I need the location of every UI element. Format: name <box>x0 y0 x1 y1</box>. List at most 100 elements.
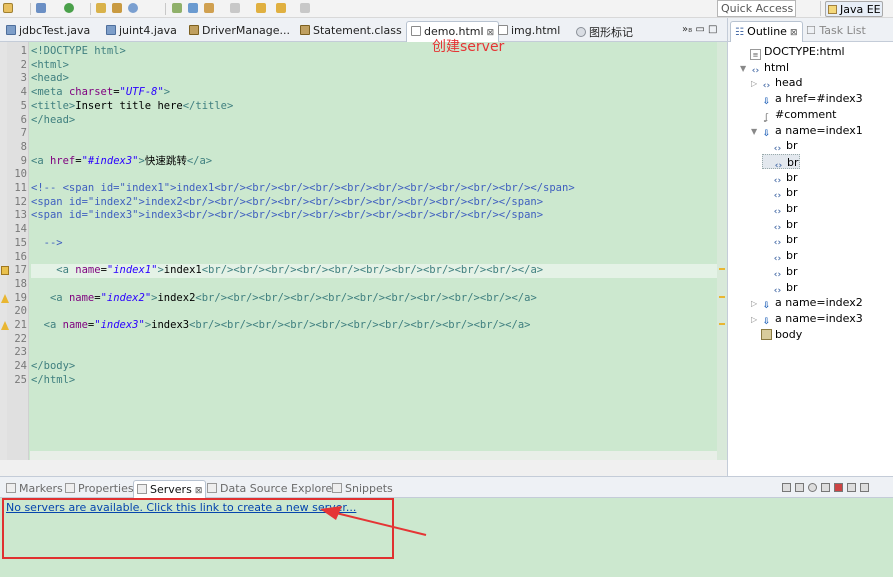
code-line[interactable]: --> <box>31 237 721 251</box>
task-icon[interactable] <box>230 3 240 13</box>
tab-statement[interactable]: Statement.class <box>296 21 406 42</box>
server-icon[interactable] <box>188 3 198 13</box>
open-folder-icon[interactable] <box>96 3 106 13</box>
quick-access-input[interactable]: Quick Access <box>717 0 796 17</box>
code-line[interactable] <box>31 141 721 155</box>
warning-marker[interactable] <box>719 268 725 270</box>
expand-toggle-icon[interactable]: ▷ <box>751 312 761 327</box>
code-line[interactable]: </head> <box>31 114 721 128</box>
code-line[interactable]: <span id="index2">index2<br/><br/><br/><… <box>31 196 721 210</box>
start-server-icon[interactable] <box>808 483 817 492</box>
outline-item[interactable]: ‹› br <box>762 185 798 201</box>
tab-overflow-button[interactable]: »₈ ▭ □ <box>682 24 717 35</box>
outline-item[interactable]: ‹› br <box>762 153 800 171</box>
tab-servers[interactable]: Servers ⊠ <box>133 480 207 498</box>
code-line[interactable] <box>31 251 721 265</box>
outline-item[interactable]: ▷ ⇩ a name=index3 <box>751 311 863 327</box>
bookmark-icon[interactable] <box>1 266 9 276</box>
tab-task-list[interactable]: ☐ Task List <box>806 24 866 37</box>
minimize-icon[interactable]: ▭ <box>695 24 704 35</box>
outline-item[interactable]: body <box>751 327 802 342</box>
overview-ruler[interactable] <box>717 42 727 460</box>
code-line[interactable]: <a name="index3">index3<br/><br/><br/><b… <box>31 319 721 333</box>
code-line[interactable] <box>31 223 721 237</box>
outline-item[interactable]: ▷ ‹› head <box>751 75 802 91</box>
tab-properties[interactable]: Properties <box>62 480 137 498</box>
outline-item[interactable]: ‹› br <box>762 201 798 217</box>
collapse-icon[interactable] <box>782 483 791 492</box>
tab-data-source-explorer[interactable]: Data Source Explorer <box>204 480 340 498</box>
tab-markers[interactable]: Markers <box>3 480 66 498</box>
warning-icon[interactable] <box>1 293 9 303</box>
code-line[interactable]: <a href="#index3">快速跳转</a> <box>31 155 721 169</box>
open-type-icon[interactable] <box>112 3 122 13</box>
tab-snippets[interactable]: Snippets <box>329 480 396 498</box>
expand-toggle-icon[interactable]: ▼ <box>751 124 761 139</box>
code-line[interactable]: <!-- <span id="index1">index1<br/><br/><… <box>31 182 721 196</box>
open-perspective-icon[interactable] <box>805 1 821 16</box>
maximize-icon[interactable]: □ <box>708 24 717 35</box>
code-line[interactable] <box>31 278 721 292</box>
outline-item[interactable]: ⇩ a href=#index3 <box>751 91 863 107</box>
outline-item[interactable]: ‹› br <box>762 264 798 280</box>
code-line[interactable]: <a name="index2">index2<br/><br/><br/><b… <box>31 292 721 306</box>
debug-server-icon[interactable] <box>795 483 804 492</box>
tab-jdbctest[interactable]: jdbcTest.java <box>2 21 94 42</box>
outline-item[interactable]: ▷ ⇩ a name=index2 <box>751 295 863 311</box>
code-line[interactable]: <span id="index3">index3<br/><br/><br/><… <box>31 209 721 223</box>
save-icon[interactable] <box>36 3 46 13</box>
warning-icon[interactable] <box>1 321 9 330</box>
run-icon[interactable] <box>64 3 74 13</box>
code-line[interactable] <box>31 333 721 347</box>
nav-icon[interactable] <box>300 3 310 13</box>
new-icon[interactable] <box>3 3 13 13</box>
code-line[interactable]: <head> <box>31 72 721 86</box>
close-icon[interactable]: ⊠ <box>195 486 203 496</box>
tab-shape-marker[interactable]: 图形标记 <box>572 21 637 42</box>
perspective-java-ee-button[interactable]: Java EE <box>825 1 883 17</box>
code-line[interactable]: </html> <box>31 374 721 388</box>
tab-drivermanager[interactable]: DriverManage... <box>185 21 294 42</box>
warning-marker[interactable] <box>719 323 725 325</box>
forward-icon[interactable] <box>276 3 286 13</box>
horizontal-scrollbar[interactable] <box>30 451 720 460</box>
outline-item[interactable]: ‹› br <box>762 138 798 154</box>
expand-toggle-icon[interactable]: ▷ <box>751 296 761 311</box>
vertical-scrollbar[interactable] <box>705 42 717 451</box>
code-line[interactable]: <!DOCTYPE html> <box>31 45 721 59</box>
code-line[interactable]: <meta charset="UTF-8"> <box>31 86 721 100</box>
code-line[interactable] <box>31 305 721 319</box>
outline-item[interactable]: ≡ DOCTYPE:html <box>740 44 845 60</box>
code-line[interactable]: <title>Insert title here</title> <box>31 100 721 114</box>
expand-toggle-icon[interactable]: ▼ <box>740 61 750 76</box>
outline-item[interactable]: ▼ ⇩ a name=index1 <box>751 123 863 139</box>
search-icon[interactable] <box>128 3 138 13</box>
annotation-icon[interactable] <box>204 3 214 13</box>
code-line[interactable]: <a name="index1">index1<br/><br/><br/><b… <box>31 264 721 278</box>
code-editor[interactable]: 1 2 3 4 5 6 7 8 9 10 11 12 13 14 15 16 17 18 19 20 21 22 23 24 2… <box>0 42 727 460</box>
code-line[interactable] <box>31 127 721 141</box>
debug-icon[interactable] <box>172 3 182 13</box>
tab-img-html[interactable]: img.html <box>494 21 564 42</box>
tab-outline[interactable]: ☷ Outline ⊠ <box>730 21 803 42</box>
code-line[interactable] <box>31 346 721 360</box>
stop-server-icon[interactable] <box>834 483 843 492</box>
code-line[interactable]: </body> <box>31 360 721 374</box>
warning-marker[interactable] <box>719 296 725 298</box>
outline-item[interactable]: ‹› br <box>762 217 798 233</box>
outline-item[interactable]: ▼ ‹› html <box>740 60 789 76</box>
expand-toggle-icon[interactable]: ▷ <box>751 76 761 91</box>
outline-item[interactable]: ‹› br <box>762 232 798 248</box>
outline-item[interactable]: ‹› br <box>762 170 798 186</box>
code-line[interactable] <box>31 168 721 182</box>
view-menu-icon[interactable] <box>860 483 869 492</box>
outline-item[interactable]: ʆ #comment <box>751 107 837 123</box>
outline-item[interactable]: ‹› br <box>762 248 798 264</box>
tab-juint4[interactable]: juint4.java <box>102 21 181 42</box>
publish-icon[interactable] <box>847 483 856 492</box>
profile-server-icon[interactable] <box>821 483 830 492</box>
outline-item[interactable]: ‹› br <box>762 280 798 296</box>
close-icon[interactable]: ⊠ <box>790 28 798 38</box>
back-icon[interactable] <box>256 3 266 13</box>
code-line[interactable]: <html> <box>31 59 721 73</box>
